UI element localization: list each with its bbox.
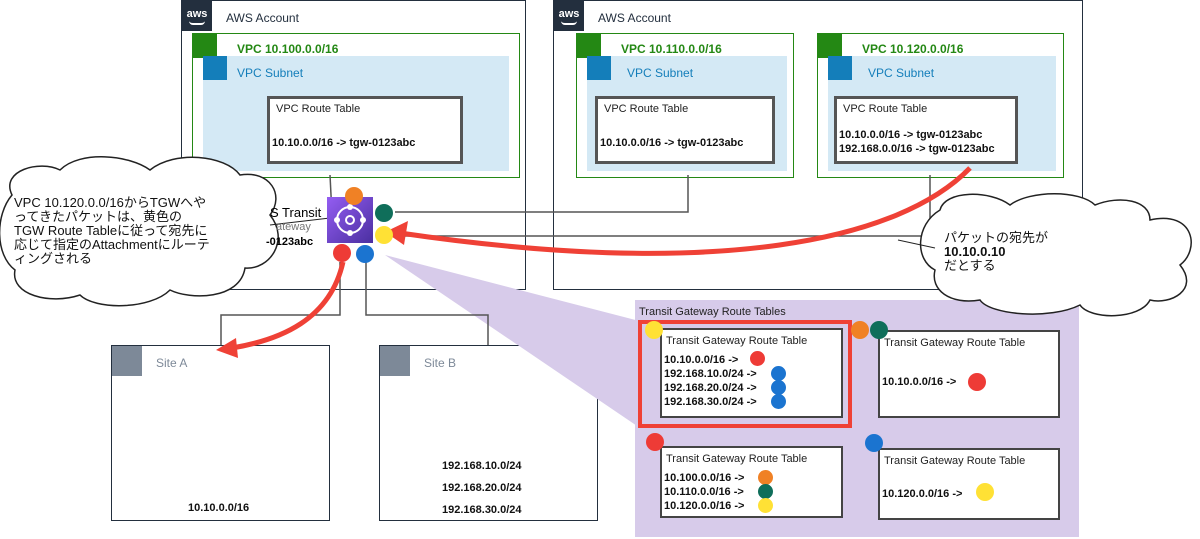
route-dot-yellow <box>758 498 773 513</box>
attachment-dot-yellow <box>375 226 393 244</box>
route-dot-blue <box>771 380 786 395</box>
callout-line: TGW Route Tableに従って宛先に <box>14 223 208 238</box>
packet-arrow-out <box>231 261 346 351</box>
attachment-dot-green <box>375 204 393 222</box>
route-dot-orange <box>758 470 773 485</box>
callout-line: パケットの宛先が <box>944 230 1049 245</box>
callout-line: だとする <box>944 258 996 273</box>
callout-line: ってきたパケットは、黄色の <box>14 209 182 224</box>
purple-callout-wedge <box>385 255 643 430</box>
packet-arrow-out-head <box>216 338 238 358</box>
callout-line: 10.10.0.10 <box>944 244 1006 259</box>
connector-vpc120 <box>395 175 931 237</box>
rt-dot-red <box>646 433 664 451</box>
rt-dot-blue <box>865 434 883 452</box>
route-dot-blue <box>771 394 786 409</box>
rt-dot-yellow <box>645 321 663 339</box>
packet-arrow-in <box>399 166 972 256</box>
tgw-label: ateway <box>276 221 311 233</box>
attachment-dot-red <box>333 244 351 262</box>
attachment-dot-orange <box>345 187 363 205</box>
connector-vpc110 <box>395 175 689 213</box>
right-callout-text: パケットの宛先が 10.10.0.10 だとする <box>944 231 1048 273</box>
route-dot-green <box>758 484 773 499</box>
route-dot-red <box>750 351 765 366</box>
callout-line: 応じて指定のAttachmentにルーテ <box>14 237 210 252</box>
attachment-dot-blue <box>356 245 374 263</box>
callout-line: ィングされる <box>14 251 93 266</box>
route-dot-blue <box>771 366 786 381</box>
callout-line: VPC 10.120.0.0/16からTGWへや <box>14 195 207 210</box>
rt-dot-green <box>870 321 888 339</box>
route-dot-red <box>968 373 986 391</box>
route-table-highlight <box>638 320 852 428</box>
tgw-label: -0123abc <box>266 236 314 248</box>
tgw-label: S Transit <box>270 205 322 220</box>
left-callout-text: VPC 10.120.0.0/16からTGWへや ってきたパケットは、黄色の T… <box>14 196 210 266</box>
route-dot-yellow <box>976 483 994 501</box>
rt-dot-orange <box>851 321 869 339</box>
